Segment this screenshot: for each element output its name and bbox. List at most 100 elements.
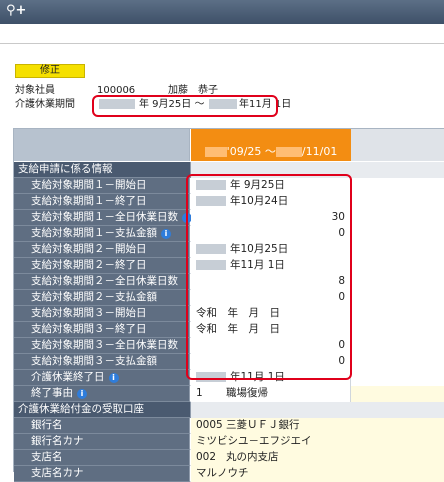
app-titlebar: ⚲+: [0, 0, 444, 24]
row-value[interactable]: 0: [191, 290, 351, 306]
search-plus-icon[interactable]: ⚲+: [6, 3, 26, 18]
employee-label: 対象社員: [15, 85, 55, 96]
period-column-header[interactable]: '09/25 ～ /11/01: [191, 129, 351, 161]
row-ext: [351, 274, 444, 290]
end-reason-code: 1: [196, 387, 203, 399]
bank-value-text: ミツビシユ－エフジエイ: [196, 435, 312, 447]
value-mask: [196, 196, 226, 206]
table-row: 支給対象期間３－開始日 令和 年 月 日: [14, 306, 444, 322]
row-label: 支給対象期間１－全日休業日数 i: [14, 210, 192, 226]
end-reason-value[interactable]: 1 職場復帰: [191, 386, 351, 402]
row-label: 支給対象期間３－支払金額: [14, 354, 190, 370]
row-value-text: 30: [331, 211, 345, 223]
row-label-text: 支給対象期間１－全日休業日数: [31, 211, 178, 223]
row-label-text: 支給対象期間３－全日休業日数: [31, 339, 178, 351]
table-row: 支給対象期間１－支払金額 i 0: [14, 226, 444, 242]
bank-row: 支店名 002 丸の内支店: [14, 450, 444, 466]
value-mask: [196, 260, 226, 270]
row-label: 支給対象期間２－支払金額: [14, 290, 190, 306]
section-benefit-cell: [191, 162, 351, 178]
end-reason-text: 職場復帰: [226, 387, 268, 399]
table-header-corner: [14, 129, 190, 161]
row-value[interactable]: 年 9月25日: [191, 178, 351, 194]
bank-value[interactable]: ミツビシユ－エフジエイ: [191, 434, 351, 450]
employee-name: 加藤 恭子: [168, 85, 218, 96]
row-value-text: 0: [338, 355, 345, 367]
row-value-text: 年11月 1日: [230, 371, 285, 383]
row-ext: [351, 338, 444, 354]
bank-code: 0005: [196, 419, 223, 431]
bank-value-text: マルノウチ: [196, 467, 249, 479]
row-value[interactable]: 令和 年 月 日: [191, 306, 351, 322]
edit-button[interactable]: 修正: [15, 64, 85, 78]
row-value[interactable]: 年11月 1日: [191, 258, 351, 274]
row-value[interactable]: 年10月25日: [191, 242, 351, 258]
table-row: 支給対象期間２－終了日 年11月 1日: [14, 258, 444, 274]
info-icon[interactable]: i: [77, 389, 87, 399]
row-value-text: 年 9月25日: [230, 179, 285, 191]
row-value-text: 令和 年 月 日: [196, 323, 280, 335]
bank-label: 銀行名: [14, 418, 190, 434]
bank-row: 支店名カナ マルノウチ: [14, 466, 444, 482]
row-value-text: 0: [338, 339, 345, 351]
bank-ext: [351, 466, 444, 482]
value-mask: [196, 372, 226, 382]
info-icon[interactable]: i: [108, 373, 119, 383]
row-value-text: 令和 年 月 日: [196, 307, 280, 319]
row-ext: [351, 194, 444, 210]
value-mask: [196, 244, 226, 254]
row-label-text: 支給対象期間２－全日休業日数: [31, 275, 178, 287]
table-row: 支給対象期間１－開始日 年 9月25日: [14, 178, 444, 194]
bank-row: 銀行名 0005 三菱ＵＦＪ銀行: [14, 418, 444, 434]
column-header-start: '09/25 ～: [226, 145, 276, 158]
row-label: 支給対象期間１－開始日: [14, 178, 190, 194]
column-header-end: /11/01: [301, 145, 338, 158]
row-label: 支給対象期間２－終了日: [14, 258, 190, 274]
end-reason-ext: [351, 386, 444, 402]
info-icon[interactable]: i: [161, 229, 171, 239]
section-benefit: 支給申請に係る情報: [14, 162, 444, 178]
leave-period-start: 年 9月25日 ～: [139, 99, 205, 110]
table-header-rest: [351, 129, 444, 161]
leave-period-start-mask: [99, 98, 135, 112]
table-row: 介護休業終了日 i 年11月 1日: [14, 370, 444, 386]
table-row: 支給対象期間１－終了日 年10月24日: [14, 194, 444, 210]
row-value[interactable]: 令和 年 月 日: [191, 322, 351, 338]
row-label-text: 支給対象期間１－終了日: [31, 195, 147, 207]
row-value[interactable]: 8: [191, 274, 351, 290]
row-label-text: 支給対象期間３－開始日: [31, 307, 147, 319]
bank-value[interactable]: 0005 三菱ＵＦＪ銀行: [191, 418, 351, 434]
row-label: 支給対象期間１－支払金額 i: [14, 226, 190, 242]
row-value[interactable]: 0: [191, 226, 351, 242]
employee-code: 100006: [97, 85, 136, 96]
end-reason-label: 終了事由 i: [14, 386, 190, 402]
table-row: 支給対象期間２－支払金額 0: [14, 290, 444, 306]
bank-ext: [351, 434, 444, 450]
row-value-text: 8: [338, 275, 345, 287]
detail-table: '09/25 ～ /11/01 支給申請に係る情報 支給対象期間１－開始日 年 9月…: [13, 128, 444, 482]
bank-value[interactable]: マルノウチ: [191, 466, 351, 482]
value-mask: [196, 180, 226, 190]
row-label-text: 支給対象期間３－支払金額: [31, 355, 157, 367]
header-mask-2: [275, 147, 302, 157]
row-value[interactable]: 年11月 1日: [191, 370, 351, 386]
row-value[interactable]: 30: [191, 210, 351, 226]
row-value-text: 年10月24日: [230, 195, 289, 207]
row-value[interactable]: 0: [191, 338, 351, 354]
row-ext: [351, 354, 444, 370]
bank-ext: [351, 418, 444, 434]
row-value-text: 年11月 1日: [230, 259, 285, 271]
bank-value-text: 丸の内支店: [226, 451, 279, 463]
bank-value[interactable]: 002 丸の内支店: [191, 450, 351, 466]
row-label: 支給対象期間３－終了日: [14, 322, 190, 338]
row-ext: [351, 258, 444, 274]
row-ext: [351, 242, 444, 258]
table-row: 支給対象期間３－支払金額 0: [14, 354, 444, 370]
leave-period-label: 介護休業期間: [15, 99, 75, 110]
row-value[interactable]: 0: [191, 354, 351, 370]
bank-label: 銀行名カナ: [14, 434, 190, 450]
section-account-cell: [191, 402, 351, 418]
row-value[interactable]: 年10月24日: [191, 194, 351, 210]
row-label: 支給対象期間３－開始日: [14, 306, 190, 322]
row-label: 介護休業終了日 i: [14, 370, 190, 386]
